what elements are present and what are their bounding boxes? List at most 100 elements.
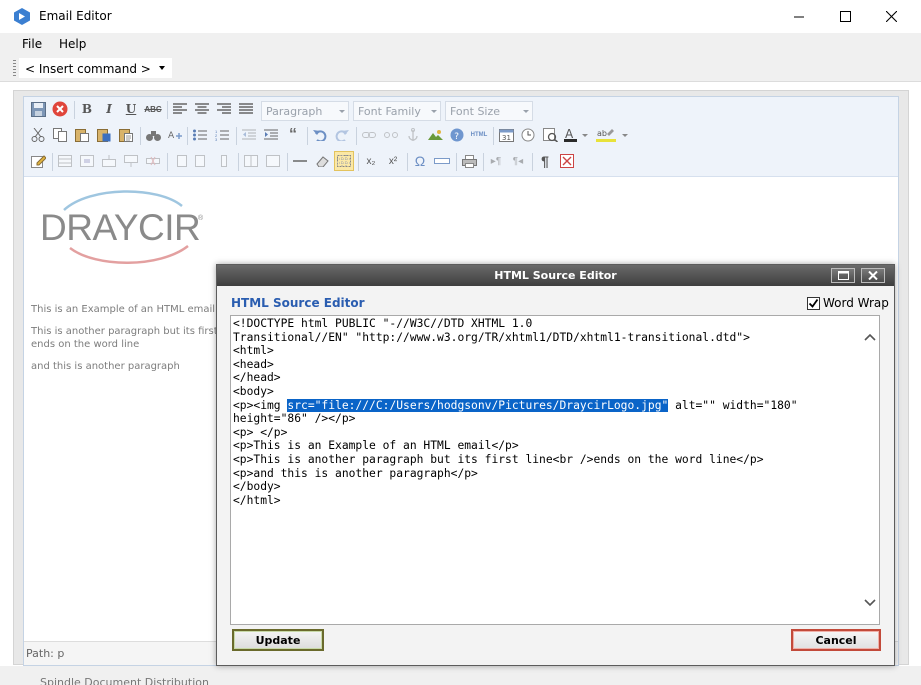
col-after-button[interactable] <box>192 151 212 171</box>
menu-file[interactable]: File <box>22 37 42 51</box>
dialog-close-button[interactable] <box>861 268 885 283</box>
anchor-icon <box>408 128 418 141</box>
cancel-button[interactable]: Cancel <box>791 629 881 651</box>
split-cells-button[interactable] <box>241 151 261 171</box>
cancel-icon <box>52 101 68 117</box>
col-before-icon <box>177 155 187 167</box>
replace-button[interactable]: A <box>165 125 185 145</box>
insert-field-button[interactable] <box>432 151 452 171</box>
find-button[interactable] <box>143 125 163 145</box>
delete-row-button[interactable] <box>143 151 163 171</box>
outdent-button[interactable] <box>239 125 259 145</box>
ltr-icon: ▸¶ <box>490 155 502 167</box>
paste-word-button[interactable] <box>94 125 114 145</box>
preview-button[interactable] <box>540 125 560 145</box>
table-props-button[interactable] <box>55 151 75 171</box>
help-button[interactable]: ? <box>447 125 467 145</box>
paragraph-dropdown[interactable]: Paragraph <box>261 101 349 121</box>
maximize-button[interactable] <box>822 0 868 33</box>
cell-props-button[interactable] <box>77 151 97 171</box>
justify-button[interactable] <box>236 99 256 119</box>
word-wrap-checkbox[interactable] <box>807 296 820 310</box>
redo-button[interactable] <box>332 125 352 145</box>
font-family-dropdown[interactable]: Font Family <box>353 101 441 121</box>
paste-button[interactable] <box>72 125 92 145</box>
bullet-list-button[interactable] <box>190 125 210 145</box>
maximize-icon <box>839 11 851 22</box>
align-left-button[interactable] <box>170 99 190 119</box>
print-button[interactable] <box>459 151 479 171</box>
copy-icon <box>53 128 67 142</box>
email-editor-window: Email Editor File Help < Insert command … <box>0 0 921 685</box>
element-path[interactable]: Path: p <box>26 647 64 660</box>
superscript-button[interactable]: x² <box>383 151 403 171</box>
special-char-button[interactable]: Ω <box>410 151 430 171</box>
cut-button[interactable] <box>28 125 48 145</box>
edit-css-button[interactable] <box>28 151 48 171</box>
cleanup-button[interactable] <box>557 151 577 171</box>
row-before-button[interactable] <box>99 151 119 171</box>
undo-button[interactable] <box>310 125 330 145</box>
scroll-up-icon[interactable] <box>864 332 876 344</box>
scroll-down-icon[interactable] <box>864 596 876 608</box>
merge-cells-button[interactable] <box>263 151 283 171</box>
ltr-button[interactable]: ▸¶ <box>486 151 506 171</box>
menu-help[interactable]: Help <box>59 37 86 51</box>
field-icon <box>434 158 450 164</box>
toolbar-grip[interactable] <box>13 60 16 76</box>
window-title: Email Editor <box>39 9 112 23</box>
content-paragraph-1: This is an Example of an HTML email <box>31 304 216 315</box>
indent-button[interactable] <box>261 125 281 145</box>
unlink-button[interactable] <box>381 125 401 145</box>
text-color-button[interactable]: A <box>562 125 592 145</box>
horizontal-rule-icon <box>293 160 307 162</box>
title-bar: Email Editor <box>0 0 921 33</box>
paste-text-button[interactable] <box>116 125 136 145</box>
svg-text:A: A <box>168 131 175 141</box>
svg-text:ab: ab <box>597 129 607 138</box>
align-center-button[interactable] <box>192 99 212 119</box>
vertical-scrollbar[interactable] <box>861 316 879 624</box>
italic-button[interactable]: I <box>99 99 119 119</box>
numbered-list-button[interactable]: 123 <box>212 125 232 145</box>
insert-date-button[interactable]: 31 <box>496 125 516 145</box>
remove-format-button[interactable] <box>312 151 332 171</box>
visual-aid-button[interactable] <box>334 151 354 171</box>
cancel-edit-button[interactable] <box>50 99 70 119</box>
link-button[interactable] <box>359 125 379 145</box>
font-size-dropdown[interactable]: Font Size <box>445 101 533 121</box>
rtl-button[interactable]: ¶◂ <box>508 151 528 171</box>
horizontal-rule-button[interactable] <box>290 151 310 171</box>
delete-col-button[interactable] <box>214 151 234 171</box>
strikethrough-button[interactable]: ABC <box>143 99 163 119</box>
cleanup-icon <box>560 154 574 168</box>
show-blocks-button[interactable]: ¶ <box>535 151 555 171</box>
anchor-button[interactable] <box>403 125 423 145</box>
align-right-button[interactable] <box>214 99 234 119</box>
source-after-selection: alt="" width="180" height="86" /></p> <p… <box>233 398 798 507</box>
save-button[interactable] <box>28 99 48 119</box>
highlight-color-button[interactable]: ab <box>594 125 632 145</box>
word-wrap-toggle[interactable]: Word Wrap <box>807 296 889 310</box>
html-source-textarea[interactable]: <!DOCTYPE html PUBLIC "-//W3C//DTD XHTML… <box>230 315 880 625</box>
insert-command-dropdown[interactable]: < Insert command > <box>19 58 172 78</box>
numbered-list-icon: 123 <box>215 129 229 141</box>
close-button[interactable] <box>868 0 914 33</box>
col-before-button[interactable] <box>170 151 190 171</box>
dialog-maximize-button[interactable] <box>831 268 855 283</box>
html-source-button[interactable]: HTML <box>469 125 489 145</box>
row-after-button[interactable] <box>121 151 141 171</box>
underline-button[interactable]: U <box>121 99 141 119</box>
update-button[interactable]: Update <box>232 629 324 651</box>
insert-image-button[interactable] <box>425 125 445 145</box>
subscript-button[interactable]: x₂ <box>361 151 381 171</box>
copy-button[interactable] <box>50 125 70 145</box>
minimize-button[interactable] <box>776 0 822 33</box>
bold-button[interactable]: B <box>77 99 97 119</box>
svg-text:31: 31 <box>502 134 511 142</box>
app-icon <box>14 8 30 25</box>
insert-time-button[interactable] <box>518 125 538 145</box>
blockquote-button[interactable]: “ <box>283 125 303 145</box>
paste-text-icon <box>119 129 133 142</box>
highlight-icon: ab <box>596 129 628 142</box>
